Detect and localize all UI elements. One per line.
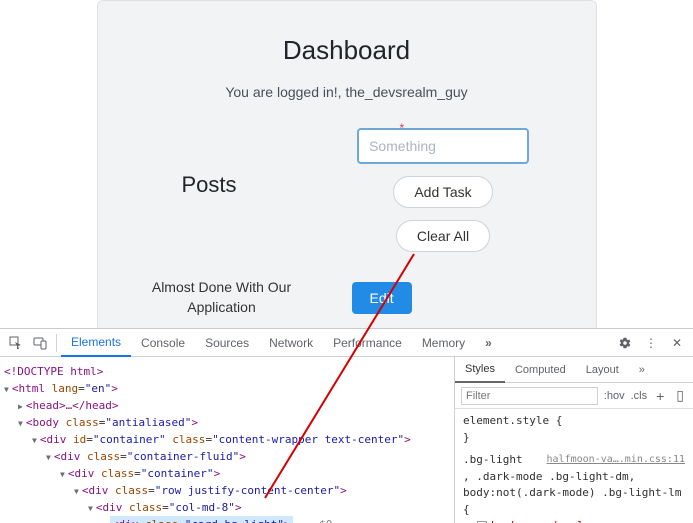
kebab-icon[interactable]: ⋮: [639, 331, 663, 355]
gear-icon[interactable]: [613, 331, 637, 355]
add-task-button[interactable]: Add Task: [393, 176, 492, 208]
rule-bg-light: .bg-light: [463, 453, 523, 466]
tab-console[interactable]: Console: [131, 329, 195, 357]
tab-sources[interactable]: Sources: [195, 329, 259, 357]
dashboard-card: Dashboard You are logged in!, the_devsre…: [97, 0, 597, 342]
styles-menu-icon[interactable]: ▯: [673, 387, 687, 404]
clear-all-button[interactable]: Clear All: [396, 220, 490, 252]
tabs-more[interactable]: »: [479, 336, 498, 350]
styles-more[interactable]: »: [629, 357, 655, 383]
page-title: Dashboard: [122, 35, 572, 66]
inspect-icon[interactable]: [4, 331, 28, 355]
styles-tabbar: Styles Computed Layout »: [455, 357, 693, 383]
new-rule-button[interactable]: +: [653, 388, 667, 404]
tab-memory[interactable]: Memory: [412, 329, 475, 357]
close-icon[interactable]: ✕: [665, 331, 689, 355]
device-toggle-icon[interactable]: [28, 331, 52, 355]
tab-performance[interactable]: Performance: [323, 329, 412, 357]
devtools-panel: Elements Console Sources Network Perform…: [0, 328, 693, 523]
devtools-tabbar: Elements Console Sources Network Perform…: [0, 329, 693, 357]
cls-toggle[interactable]: .cls: [631, 390, 648, 402]
tab-styles[interactable]: Styles: [455, 357, 505, 383]
tab-network[interactable]: Network: [259, 329, 323, 357]
dom-doctype: <!DOCTYPE html>: [4, 365, 103, 378]
styles-filter-bar: :hov .cls + ▯: [455, 383, 693, 409]
posts-column: Posts: [122, 128, 297, 252]
devtools-body: <!DOCTYPE html> <html lang="en"> <head>……: [0, 357, 693, 523]
required-asterisk: *: [400, 121, 405, 135]
rule-element-style: element.style {: [463, 413, 685, 430]
dom-head[interactable]: <head>…</head>: [26, 399, 119, 412]
app-area: Dashboard You are logged in!, the_devsre…: [0, 0, 693, 328]
main-row: Posts Add Task Clear All: [122, 128, 572, 252]
divider: [56, 334, 57, 352]
styles-rules[interactable]: element.style { } .bg-lighthalfmoon-va….…: [455, 409, 693, 523]
task-input[interactable]: [357, 128, 529, 164]
rule-source-link[interactable]: halfmoon-va….min.css:11: [547, 452, 685, 467]
edit-button[interactable]: Edit: [352, 282, 412, 314]
controls-column: Add Task Clear All: [315, 128, 572, 252]
selected-dom-node[interactable]: <div class="card bg-light">: [110, 516, 293, 523]
logged-in-text: You are logged in!, the_devsrealm_guy: [122, 84, 572, 100]
hov-toggle[interactable]: :hov: [604, 390, 625, 402]
tab-elements[interactable]: Elements: [61, 329, 131, 357]
post-text: Almost Done With Our Application: [122, 278, 322, 317]
tab-layout[interactable]: Layout: [576, 357, 629, 383]
post-item: Almost Done With Our Application Edit: [122, 278, 572, 317]
styles-filter-input[interactable]: [461, 387, 598, 405]
styles-panel: Styles Computed Layout » :hov .cls + ▯ e…: [455, 357, 693, 523]
tab-computed[interactable]: Computed: [505, 357, 576, 383]
posts-heading: Posts: [122, 172, 297, 198]
elements-tree[interactable]: <!DOCTYPE html> <html lang="en"> <head>……: [0, 357, 455, 523]
